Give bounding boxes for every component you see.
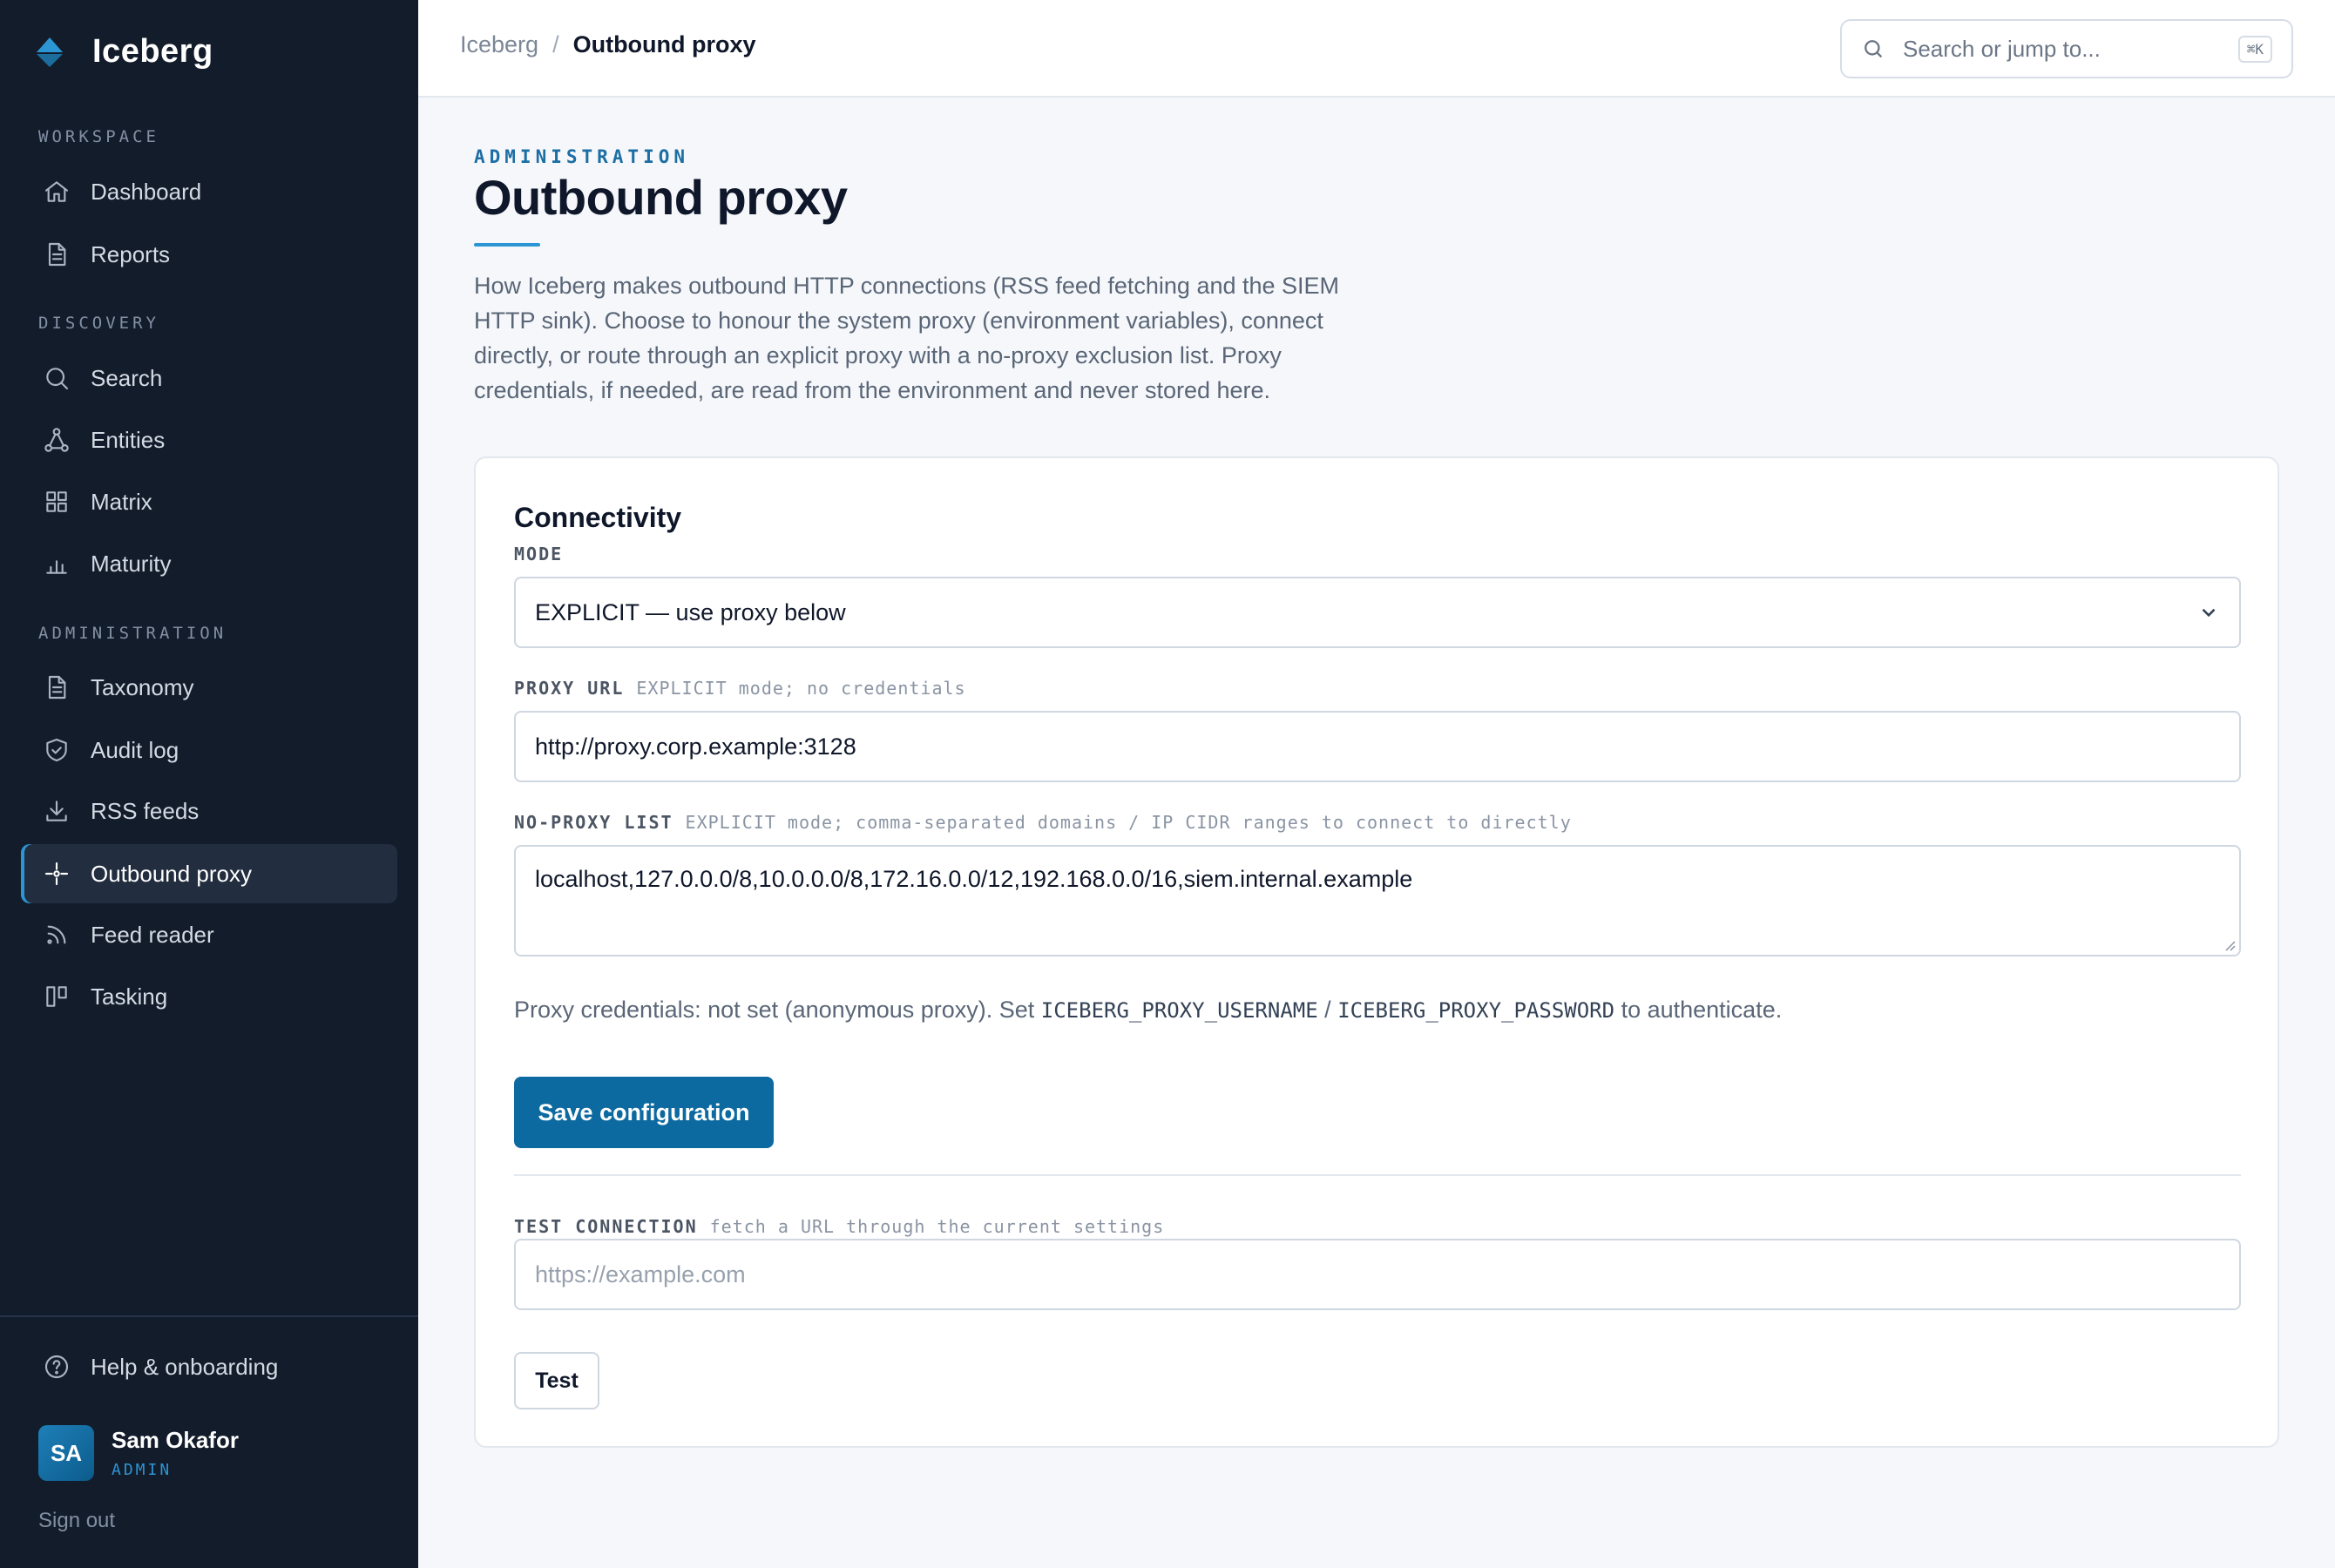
proxy-url-input[interactable] — [514, 711, 2241, 782]
sidebar-item-maturity[interactable]: Maturity — [21, 534, 397, 593]
keyboard-shortcut-badge: ⌘K — [2237, 35, 2272, 63]
grid-icon — [42, 487, 71, 517]
env-var-password: ICEBERG_PROXY_PASSWORD — [1337, 998, 1615, 1023]
sidebar-item-outbound-proxy[interactable]: Outbound proxy — [21, 844, 397, 903]
sidebar-item-label: Feed reader — [91, 921, 214, 948]
breadcrumb-root[interactable]: Iceberg — [460, 31, 538, 58]
connectivity-card: Connectivity MODE EXPLICIT — use proxy b… — [474, 456, 2279, 1448]
proxy-url-label-text: PROXY URL — [514, 678, 625, 699]
card-divider — [514, 1174, 2241, 1176]
sidebar-item-label: Dashboard — [91, 178, 202, 205]
sidebar-item-feed-reader[interactable]: Feed reader — [21, 905, 397, 964]
global-search[interactable]: ⌘K — [1840, 19, 2293, 78]
no-proxy-hint: EXPLICIT mode; comma-separated domains /… — [685, 812, 1572, 833]
rss-icon — [42, 920, 71, 950]
page-eyebrow: ADMINISTRATION — [474, 146, 690, 167]
user-name: Sam Okafor — [112, 1427, 239, 1453]
avatar: SA — [38, 1425, 94, 1481]
credentials-note: Proxy credentials: not set (anonymous pr… — [514, 997, 1782, 1024]
proxy-url-hint: EXPLICIT mode; no credentials — [636, 678, 966, 699]
user-role-badge: ADMIN — [112, 1461, 173, 1479]
kanban-icon — [42, 982, 71, 1011]
user-profile[interactable]: SA Sam Okafor ADMIN — [38, 1425, 239, 1481]
sidebar-item-label: Matrix — [91, 488, 152, 515]
credentials-note-separator: / — [1317, 997, 1338, 1023]
download-icon — [42, 796, 71, 826]
sidebar-item-label: Reports — [91, 240, 171, 267]
page-title: Outbound proxy — [474, 170, 848, 225]
sidebar-item-label: Outbound proxy — [91, 860, 253, 887]
help-label: Help & onboarding — [91, 1353, 279, 1380]
breadcrumb-separator: / — [552, 31, 559, 57]
sidebar-item-matrix[interactable]: Matrix — [21, 472, 397, 531]
sidebar-item-taxonomy[interactable]: Taxonomy — [21, 658, 397, 717]
chevron-down-icon — [2202, 608, 2216, 618]
page-description: How Iceberg makes outbound HTTP connecti… — [474, 273, 1340, 403]
no-proxy-label: NO-PROXY LIST EXPLICIT mode; comma-separa… — [514, 812, 1572, 833]
mode-label-text: MODE — [514, 544, 564, 564]
mode-select[interactable]: EXPLICIT — use proxy below — [514, 577, 2241, 648]
sidebar-item-label: Tasking — [91, 983, 168, 1010]
credentials-note-suffix: to authenticate. — [1614, 997, 1783, 1023]
proxy-url-label: PROXY URL EXPLICIT mode; no credentials — [514, 678, 966, 699]
document-icon — [42, 240, 71, 269]
test-button[interactable]: Test — [514, 1352, 599, 1409]
no-proxy-textarea[interactable]: localhost,127.0.0.0/8,10.0.0.0/8,172.16.… — [514, 845, 2241, 956]
mode-label: MODE — [514, 544, 563, 564]
nav-section-administration: ADMINISTRATION — [38, 624, 227, 643]
test-connection-hint: fetch a URL through the current settings — [709, 1216, 1165, 1237]
sidebar-item-label: Audit log — [91, 736, 179, 763]
graph-icon — [42, 425, 71, 455]
sidebar-item-dashboard[interactable]: Dashboard — [21, 162, 397, 221]
search-icon — [42, 363, 71, 393]
search-input[interactable] — [1903, 35, 2238, 63]
bar-chart-icon — [42, 549, 71, 578]
help-icon — [42, 1352, 71, 1382]
credentials-note-prefix: Proxy credentials: not set (anonymous pr… — [514, 997, 1041, 1023]
crosshair-icon — [42, 859, 71, 889]
brand-name: Iceberg — [92, 33, 213, 70]
sidebar-item-rss-feeds[interactable]: RSS feeds — [21, 781, 397, 841]
nav-section-workspace: WORKSPACE — [38, 127, 159, 146]
sidebar-item-help[interactable]: Help & onboarding — [21, 1337, 397, 1396]
sidebar-item-label: Maturity — [91, 550, 172, 577]
sidebar-item-label: RSS feeds — [91, 797, 200, 824]
brand[interactable]: Iceberg — [35, 33, 213, 71]
card-title: Connectivity — [514, 502, 682, 533]
mode-select-value: EXPLICIT — use proxy below — [535, 598, 846, 625]
sidebar-item-tasking[interactable]: Tasking — [21, 967, 397, 1026]
no-proxy-label-text: NO-PROXY LIST — [514, 812, 673, 833]
iceberg-logo-icon — [37, 37, 63, 67]
sidebar: Iceberg WORKSPACE Dashboard Reports DISC… — [0, 0, 418, 1568]
test-connection-label: TEST CONNECTION fetch a URL through the c… — [514, 1216, 1164, 1237]
test-url-input[interactable] — [514, 1239, 2241, 1310]
sidebar-divider — [0, 1315, 418, 1317]
sidebar-item-audit-log[interactable]: Audit log — [21, 720, 397, 780]
sidebar-item-entities[interactable]: Entities — [21, 410, 397, 470]
sidebar-item-label: Entities — [91, 426, 166, 453]
test-connection-label-text: TEST CONNECTION — [514, 1216, 698, 1237]
breadcrumb-current: Outbound proxy — [572, 31, 756, 57]
sidebar-item-reports[interactable]: Reports — [21, 225, 397, 284]
sign-out-link[interactable]: Sign out — [38, 1509, 115, 1533]
home-icon — [42, 177, 71, 206]
shield-icon — [42, 735, 71, 765]
top-bar: Iceberg / Outbound proxy ⌘K — [418, 0, 2335, 98]
search-icon — [1865, 40, 1883, 58]
sidebar-item-label: Taxonomy — [91, 673, 194, 700]
env-var-username: ICEBERG_PROXY_USERNAME — [1040, 998, 1318, 1023]
save-configuration-button[interactable]: Save configuration — [514, 1077, 774, 1148]
nav-section-discovery: DISCOVERY — [38, 314, 159, 333]
resize-grip-icon[interactable] — [2222, 937, 2236, 951]
no-proxy-value: localhost,127.0.0.0/8,10.0.0.0/8,172.16.… — [535, 866, 1413, 892]
breadcrumb: Iceberg / Outbound proxy — [460, 31, 756, 58]
title-underline — [474, 243, 540, 247]
sidebar-item-label: Search — [91, 364, 163, 391]
sidebar-item-search[interactable]: Search — [21, 348, 397, 408]
document-icon — [42, 672, 71, 702]
